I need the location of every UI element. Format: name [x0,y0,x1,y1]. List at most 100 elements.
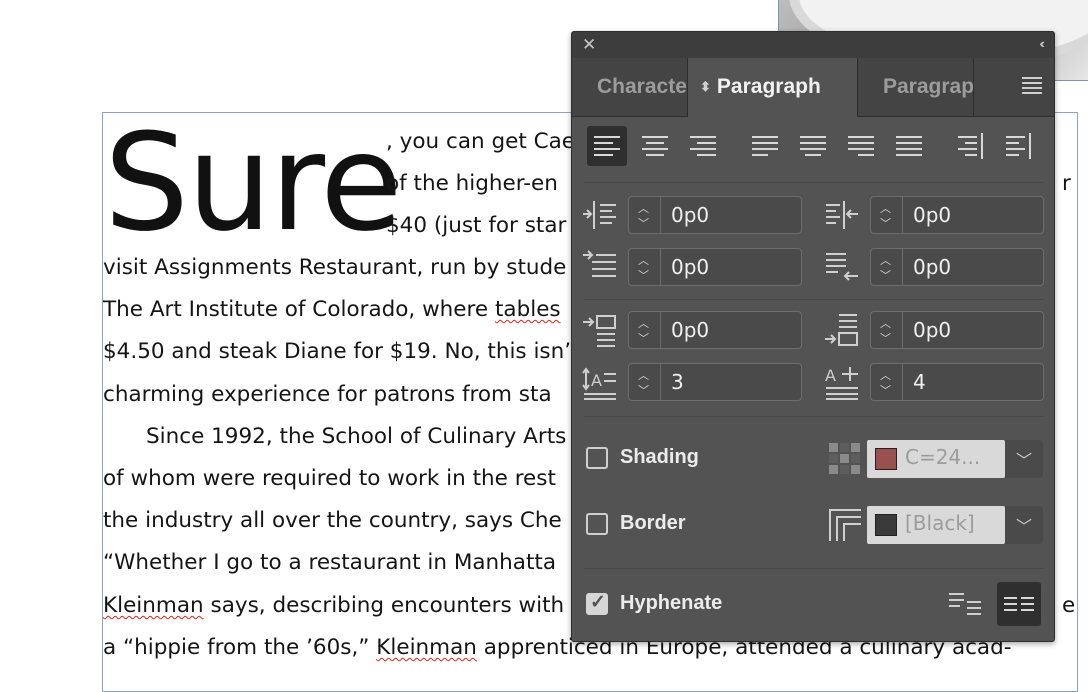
chevron-down-icon: ﹀ [1016,519,1033,536]
right-indent-stepper[interactable]: ︿ ﹀ [870,196,902,234]
last-line-right-indent-icon [826,253,858,281]
separator [584,416,1044,417]
border-color-label: [Black] [905,511,975,535]
align-right-icon [690,136,716,156]
left-indent-field[interactable]: 0p0 [660,196,802,234]
body-line-13-text: a “hippie from the ’60s,” [103,635,377,660]
collapse-panel-icon[interactable]: ‹‹ [1039,36,1044,51]
space-before-icon [583,315,616,347]
body-line-9: of whom were required to work in the res… [103,466,556,491]
body-line-5-text: The Art Institute of Colorado, where [103,297,495,322]
align-towards-spine-button[interactable] [951,126,991,166]
left-indent-stepper[interactable]: ︿ ﹀ [628,196,660,234]
paragraph-panel: ✕ ‹‹ Characte ⬍ Paragraph Paragrap ︿ ﹀ 0p0 [571,31,1055,642]
svg-text:A: A [591,371,602,390]
separator [584,299,1044,300]
shading-dropdown-button[interactable]: ﹀ [1005,440,1043,478]
drop-cap-characters-icon: A [825,366,858,400]
left-indent-icon [583,201,616,229]
drop-cap-lines-field[interactable]: 3 [660,363,802,401]
space-before-stepper[interactable]: ︿ ﹀ [628,311,660,349]
first-line-indent-icon [583,250,616,277]
justify-all-icon [896,136,922,156]
align-right-button[interactable] [683,126,723,166]
drop-cap-word: Sure [104,105,403,261]
close-icon[interactable]: ✕ [582,35,596,55]
space-after-icon [825,314,858,346]
shading-color-swatch [875,448,897,470]
body-line-4: visit Assignments Restaurant, run by stu… [103,255,567,280]
drop-cap-lines-stepper[interactable]: ︿ ﹀ [628,363,660,401]
align-away-from-spine-icon [1006,133,1031,159]
body-line-2-edge: r [1062,171,1071,196]
justify-all-button[interactable] [889,126,929,166]
hyphenate-checkbox[interactable] [586,591,608,615]
drop-cap-characters-stepper[interactable]: ︿ ﹀ [870,363,902,401]
justify-right-button[interactable] [841,126,881,166]
space-after-stepper[interactable]: ︿ ﹀ [870,311,902,349]
panel-tabbar: Characte ⬍ Paragraph Paragrap [572,58,1054,117]
justify-center-icon [800,136,826,156]
shading-color-label: C=24... [905,445,981,469]
first-line-indent-stepper[interactable]: ︿ ﹀ [628,248,660,286]
right-indent-icon [826,201,858,229]
body-line-10: the industry all over the country, says … [103,508,562,533]
tab-paragraph-styles[interactable]: Paragrap [883,58,975,116]
first-line-indent-field[interactable]: 0p0 [660,248,802,286]
align-to-baseline-grid-icon [1004,597,1034,611]
last-line-right-indent-field[interactable]: 0p0 [902,248,1044,286]
body-line-1: , you can get Cae [386,129,576,154]
last-line-right-indent-stepper[interactable]: ︿ ﹀ [870,248,902,286]
spelling-flag-kleinman: Kleinman [103,593,204,618]
spelling-flag-kleinman-2: Kleinman [376,635,477,660]
body-line-3: $40 (just for star [386,213,567,238]
body-line-2: of the higher-en [386,171,558,196]
border-color-swatch [875,514,897,536]
shading-color-select[interactable]: C=24... [867,440,1005,478]
justify-right-icon [848,136,874,156]
body-line-8: Since 1992, the School of Culinary Arts [146,424,567,449]
chevron-down-icon: ﹀ [1016,453,1033,470]
shading-checkbox[interactable] [586,447,608,469]
body-line-12-text: says, describing encounters with [203,593,565,618]
right-indent-field[interactable]: 0p0 [902,196,1044,234]
shading-settings-icon[interactable] [828,442,862,476]
border-checkbox[interactable] [586,513,608,535]
align-towards-spine-icon [958,133,983,159]
reorder-arrows-icon: ⬍ [700,79,711,94]
body-line-7: charming experience for patrons from sta [103,382,552,407]
align-away-from-spine-button[interactable] [999,126,1039,166]
drop-cap-lines-icon: A [582,367,616,400]
justify-left-icon [752,136,778,156]
align-left-icon [594,136,620,156]
panel-titlebar[interactable]: ✕ ‹‹ [572,32,1054,59]
hyphenate-label: Hyphenate [620,592,723,614]
svg-text:A: A [825,366,836,385]
align-left-button[interactable] [587,126,627,166]
body-line-5: The Art Institute of Colorado, where tab… [103,295,561,325]
align-center-button[interactable] [635,126,675,166]
drop-cap-characters-field[interactable]: 4 [902,363,1044,401]
panel-menu-icon[interactable] [1022,77,1042,97]
tab-divider [973,58,974,116]
shading-label: Shading [620,446,699,468]
space-after-field[interactable]: 0p0 [902,311,1044,349]
space-before-field[interactable]: 0p0 [660,311,802,349]
body-line-6: $4.50 and steak Diane for $19. No, this … [103,339,572,364]
align-center-icon [642,136,668,156]
body-line-12: Kleinman says, describing encounters wit… [103,591,564,621]
align-to-baseline-grid-button[interactable] [997,582,1041,626]
tab-character[interactable]: Characte [597,58,687,116]
body-line-11: “Whether I go to a restaurant in Manhatt… [103,550,557,575]
tab-paragraph[interactable]: ⬍ Paragraph [687,58,858,117]
justify-left-button[interactable] [745,126,785,166]
border-label: Border [620,512,686,534]
border-color-select[interactable]: [Black] [867,506,1005,544]
justify-center-button[interactable] [793,126,833,166]
do-not-align-to-baseline-grid-icon[interactable] [948,590,982,618]
tab-paragraph-label: Paragraph [716,75,821,98]
border-settings-icon[interactable] [828,508,862,542]
body-line-12-edge: e [1062,593,1076,618]
border-dropdown-button[interactable]: ﹀ [1005,506,1043,544]
separator [584,568,1044,569]
